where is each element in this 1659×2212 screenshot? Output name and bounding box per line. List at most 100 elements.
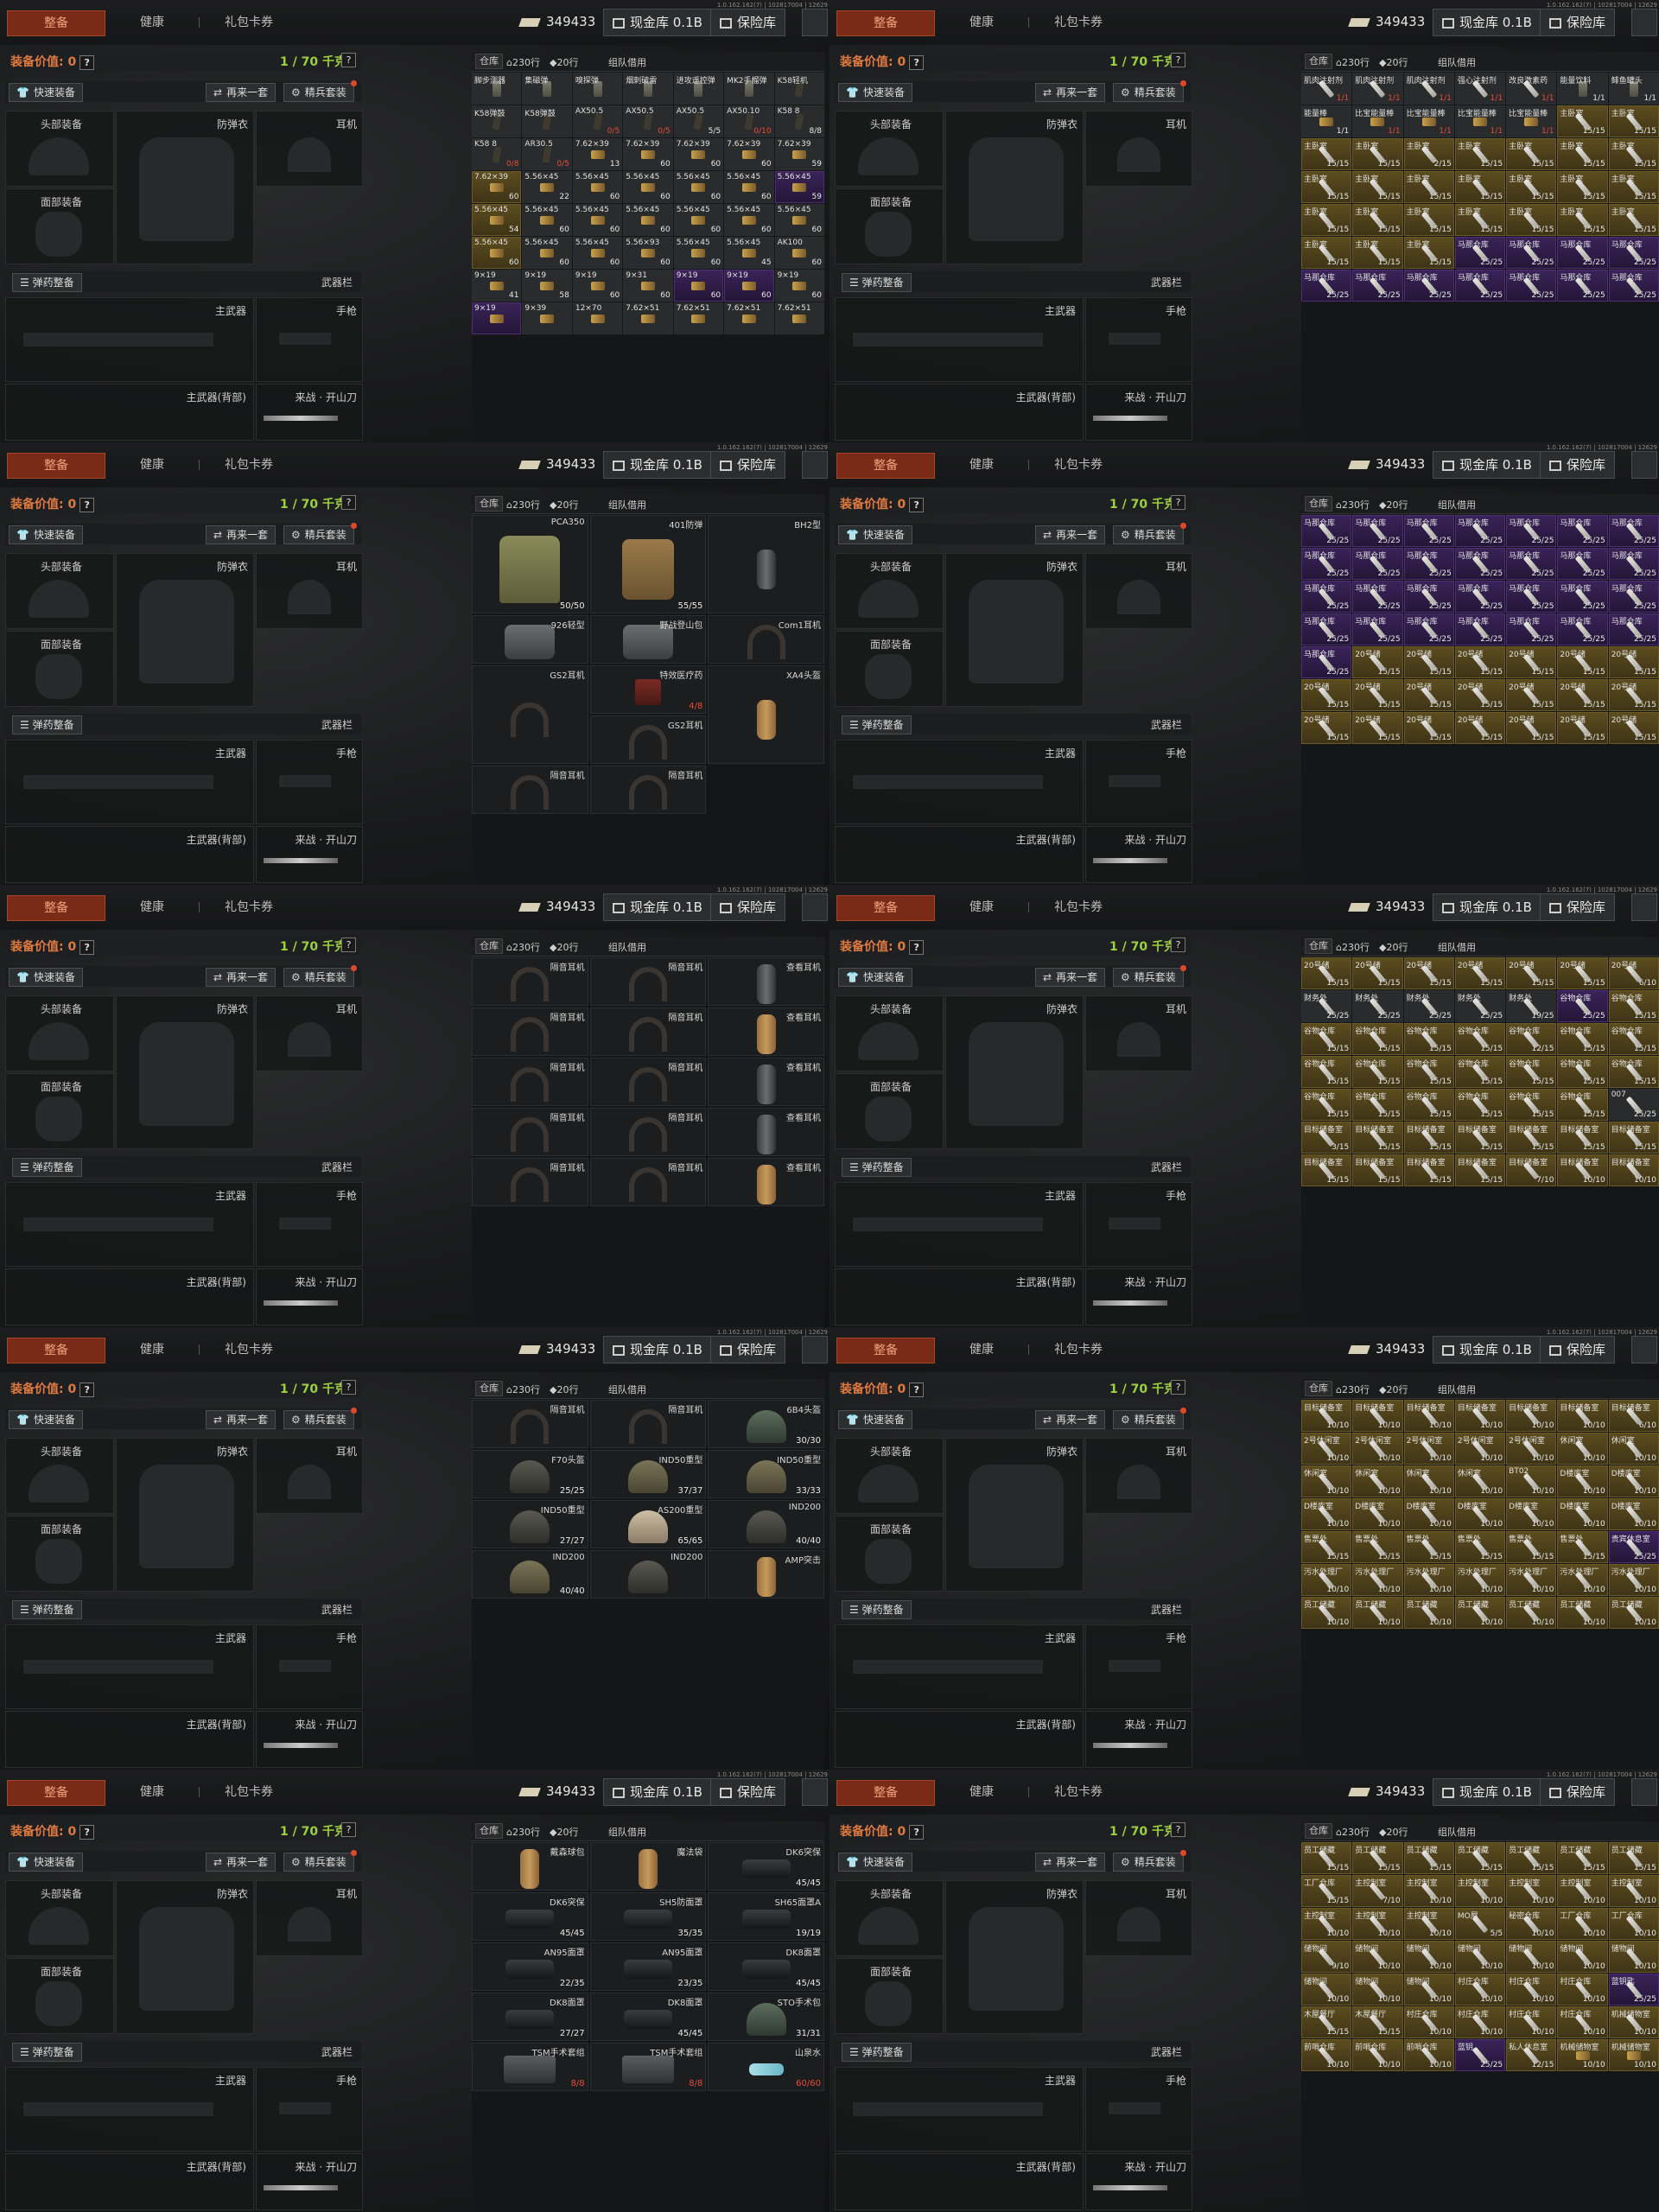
tab-loadout[interactable]: 整备 bbox=[836, 1338, 935, 1363]
stash-item[interactable]: 员工储藏 15/15 bbox=[1506, 1842, 1557, 1874]
stash-item[interactable]: 马那仓库 25/25 bbox=[1454, 581, 1506, 613]
stash-item[interactable]: 5.56×45 45 bbox=[724, 237, 774, 269]
tab-home-rows[interactable]: ⌂230行 bbox=[1336, 1382, 1370, 1396]
armor-slot[interactable]: 防弹衣 bbox=[945, 553, 1084, 707]
cash-vault-button[interactable]: 现金库 0.1B bbox=[603, 1778, 712, 1806]
stash-item[interactable]: 污水处理厂 10/10 bbox=[1608, 1564, 1659, 1596]
stash-item[interactable]: 主控制室 10/10 bbox=[1403, 1908, 1454, 1940]
stash-item[interactable]: 目标储备室 10/10 bbox=[1454, 1400, 1506, 1432]
quick-equip-button[interactable]: 👕 快速装备 bbox=[838, 1853, 912, 1872]
stash-item[interactable]: 9×19 60 bbox=[673, 270, 724, 302]
repeat-loadout-button[interactable]: ⇄ 再来一套 bbox=[1035, 83, 1106, 102]
gear-item[interactable]: STO手术包 31/31 bbox=[708, 1993, 824, 2041]
armor-slot[interactable]: 防弹衣 bbox=[116, 995, 254, 1149]
gear-item[interactable]: 隔音耳机 bbox=[472, 1007, 588, 1056]
stash-item[interactable]: 主卧室 15/15 bbox=[1506, 138, 1557, 170]
stash-item[interactable]: 马那仓库 25/25 bbox=[1352, 548, 1403, 580]
gear-item[interactable]: 隔音耳机 bbox=[472, 766, 588, 814]
tab-home-rows[interactable]: ⌂230行 bbox=[506, 940, 540, 954]
tab-health[interactable]: 健康 bbox=[969, 453, 994, 477]
tab-health[interactable]: 健康 bbox=[969, 10, 994, 35]
stash-item[interactable]: MO屋 5/5 bbox=[1454, 1908, 1506, 1940]
stash-item[interactable]: 主卧室 15/15 bbox=[1608, 204, 1659, 236]
stash-item[interactable]: 售票处 15/15 bbox=[1557, 1531, 1608, 1563]
cash-vault-button[interactable]: 现金库 0.1B bbox=[1433, 893, 1541, 921]
stash-item[interactable]: 7.62×51 bbox=[774, 302, 824, 334]
gear-item[interactable]: 隔音耳机 bbox=[589, 957, 707, 1006]
stash-item[interactable]: 机械储物室 10/10 bbox=[1608, 2039, 1659, 2071]
face-slot[interactable]: 面部装备 bbox=[835, 1958, 944, 2034]
stash-item[interactable]: 目标储备室 3/15 bbox=[1301, 1122, 1352, 1154]
primary-weapon-slot[interactable]: 主武器 bbox=[835, 1624, 1084, 1709]
gear-item[interactable]: DK8面罩 45/45 bbox=[708, 1942, 824, 1991]
stash-item[interactable]: 007 25/25 bbox=[1608, 1089, 1659, 1121]
stash-item[interactable]: 财务处 19/25 bbox=[1506, 990, 1557, 1022]
stash-item[interactable]: 9×19 bbox=[472, 302, 522, 334]
back-weapon-slot[interactable]: 主武器(背部) bbox=[5, 1268, 254, 1325]
stash-item[interactable]: 20号储 15/15 bbox=[1608, 712, 1659, 744]
stash-item[interactable]: 2号休闲室 10/10 bbox=[1301, 1433, 1352, 1465]
stash-item[interactable]: 谷物仓库 15/15 bbox=[1352, 1023, 1403, 1055]
cash-vault-button[interactable]: 现金库 0.1B bbox=[603, 893, 712, 921]
stash-item[interactable]: 主卧室 15/15 bbox=[1301, 237, 1352, 269]
tab-warehouse[interactable]: 仓库 bbox=[1305, 54, 1332, 69]
melee-slot[interactable]: 来战 · 开山刀 bbox=[1085, 1268, 1192, 1325]
stash-item[interactable]: 储物间 10/10 bbox=[1454, 1941, 1506, 1973]
primary-weapon-slot[interactable]: 主武器 bbox=[5, 2067, 254, 2152]
helmet-slot[interactable]: 头部装备 bbox=[5, 111, 114, 187]
stash-item[interactable]: 7.62×51 bbox=[673, 302, 724, 334]
gear-item[interactable]: SH5防面罩 35/35 bbox=[589, 1892, 707, 1941]
stash-item[interactable]: 20号储 15/15 bbox=[1506, 712, 1557, 744]
cash-vault-button[interactable]: 现金库 0.1B bbox=[603, 451, 712, 479]
stash-item[interactable]: 目标储备室 7/10 bbox=[1506, 1154, 1557, 1186]
helmet-slot[interactable]: 头部装备 bbox=[5, 995, 114, 1071]
stash-item[interactable]: 9×39 bbox=[522, 302, 572, 334]
stash-item[interactable]: 5.56×45 60 bbox=[724, 171, 774, 203]
stash-item[interactable]: D楼库室 10/10 bbox=[1403, 1498, 1454, 1530]
tab-warehouse[interactable]: 仓库 bbox=[475, 1381, 503, 1396]
headset-slot[interactable]: 耳机 bbox=[1085, 1438, 1192, 1514]
helmet-slot[interactable]: 头部装备 bbox=[835, 553, 944, 629]
quick-equip-button[interactable]: 👕 快速装备 bbox=[838, 1410, 912, 1429]
tab-loadout[interactable]: 整备 bbox=[7, 895, 105, 921]
stash-item[interactable]: 20号储 15/15 bbox=[1608, 646, 1659, 678]
stash-item[interactable]: 售票处 15/15 bbox=[1352, 1531, 1403, 1563]
gear-item[interactable]: 山泉水 60/60 bbox=[708, 2043, 824, 2091]
ammo-equip-button[interactable]: ☰ 弹药整备 bbox=[12, 1158, 82, 1177]
tab-extra-rows[interactable]: ◆20行 bbox=[550, 498, 578, 512]
stash-item[interactable]: 目标储备室 10/10 bbox=[1557, 1400, 1608, 1432]
primary-weapon-slot[interactable]: 主武器 bbox=[5, 740, 254, 824]
stash-item[interactable]: 马那仓库 25/25 bbox=[1403, 613, 1454, 645]
stash-item[interactable]: 9×19 41 bbox=[472, 270, 522, 302]
repeat-loadout-button[interactable]: ⇄ 再来一套 bbox=[1035, 1410, 1106, 1429]
safe-vault-button[interactable]: 保险库 bbox=[1540, 9, 1616, 36]
tab-team-borrow[interactable]: 组队借用 bbox=[1438, 940, 1476, 954]
stash-item[interactable]: 20号储 15/15 bbox=[1301, 679, 1352, 711]
elite-kit-button[interactable]: ⚙ 精兵套装 bbox=[1113, 1408, 1186, 1429]
stash-item[interactable]: 员工储藏 10/10 bbox=[1352, 1597, 1403, 1629]
tab-home-rows[interactable]: ⌂230行 bbox=[1336, 940, 1370, 954]
stash-item[interactable]: 7.62×39 60 bbox=[724, 138, 774, 170]
stash-item[interactable]: 嗅探弹 bbox=[572, 73, 623, 105]
weight-help-icon[interactable]: ? bbox=[1171, 1822, 1185, 1837]
stash-item[interactable]: 20号储 15/15 bbox=[1557, 712, 1608, 744]
stash-item[interactable]: 主卧室 15/15 bbox=[1403, 237, 1454, 269]
stash-item[interactable]: 目标储备室 15/15 bbox=[1557, 1122, 1608, 1154]
tab-team-borrow[interactable]: 组队借用 bbox=[608, 498, 646, 512]
stash-item[interactable]: 马那仓库 25/25 bbox=[1506, 515, 1557, 547]
stash-item[interactable]: 贵宾休息室 25/25 bbox=[1608, 1531, 1659, 1563]
tab-extra-rows[interactable]: ◆20行 bbox=[1379, 1825, 1408, 1839]
face-slot[interactable]: 面部装备 bbox=[835, 188, 944, 264]
menu-button[interactable] bbox=[802, 451, 828, 479]
stash-item[interactable]: 谷物仓库 15/15 bbox=[1608, 1056, 1659, 1088]
pistol-slot[interactable]: 手枪 bbox=[256, 1182, 363, 1267]
stash-item[interactable]: 员工储藏 10/10 bbox=[1403, 1597, 1454, 1629]
stash-item[interactable]: 目标储备室 10/10 bbox=[1352, 1400, 1403, 1432]
stash-item[interactable]: 肌肉注射剂 1/1 bbox=[1352, 73, 1403, 105]
stash-item[interactable]: 私人休息室 12/15 bbox=[1506, 2039, 1557, 2071]
stash-item[interactable]: 马那仓库 25/25 bbox=[1301, 548, 1352, 580]
stash-item[interactable]: K58轻机 bbox=[774, 73, 824, 105]
stash-item[interactable]: 污水处理厂 10/10 bbox=[1301, 1564, 1352, 1596]
stash-item[interactable]: 马那仓库 25/25 bbox=[1403, 270, 1454, 302]
stash-item[interactable]: D楼库室 10/10 bbox=[1608, 1498, 1659, 1530]
